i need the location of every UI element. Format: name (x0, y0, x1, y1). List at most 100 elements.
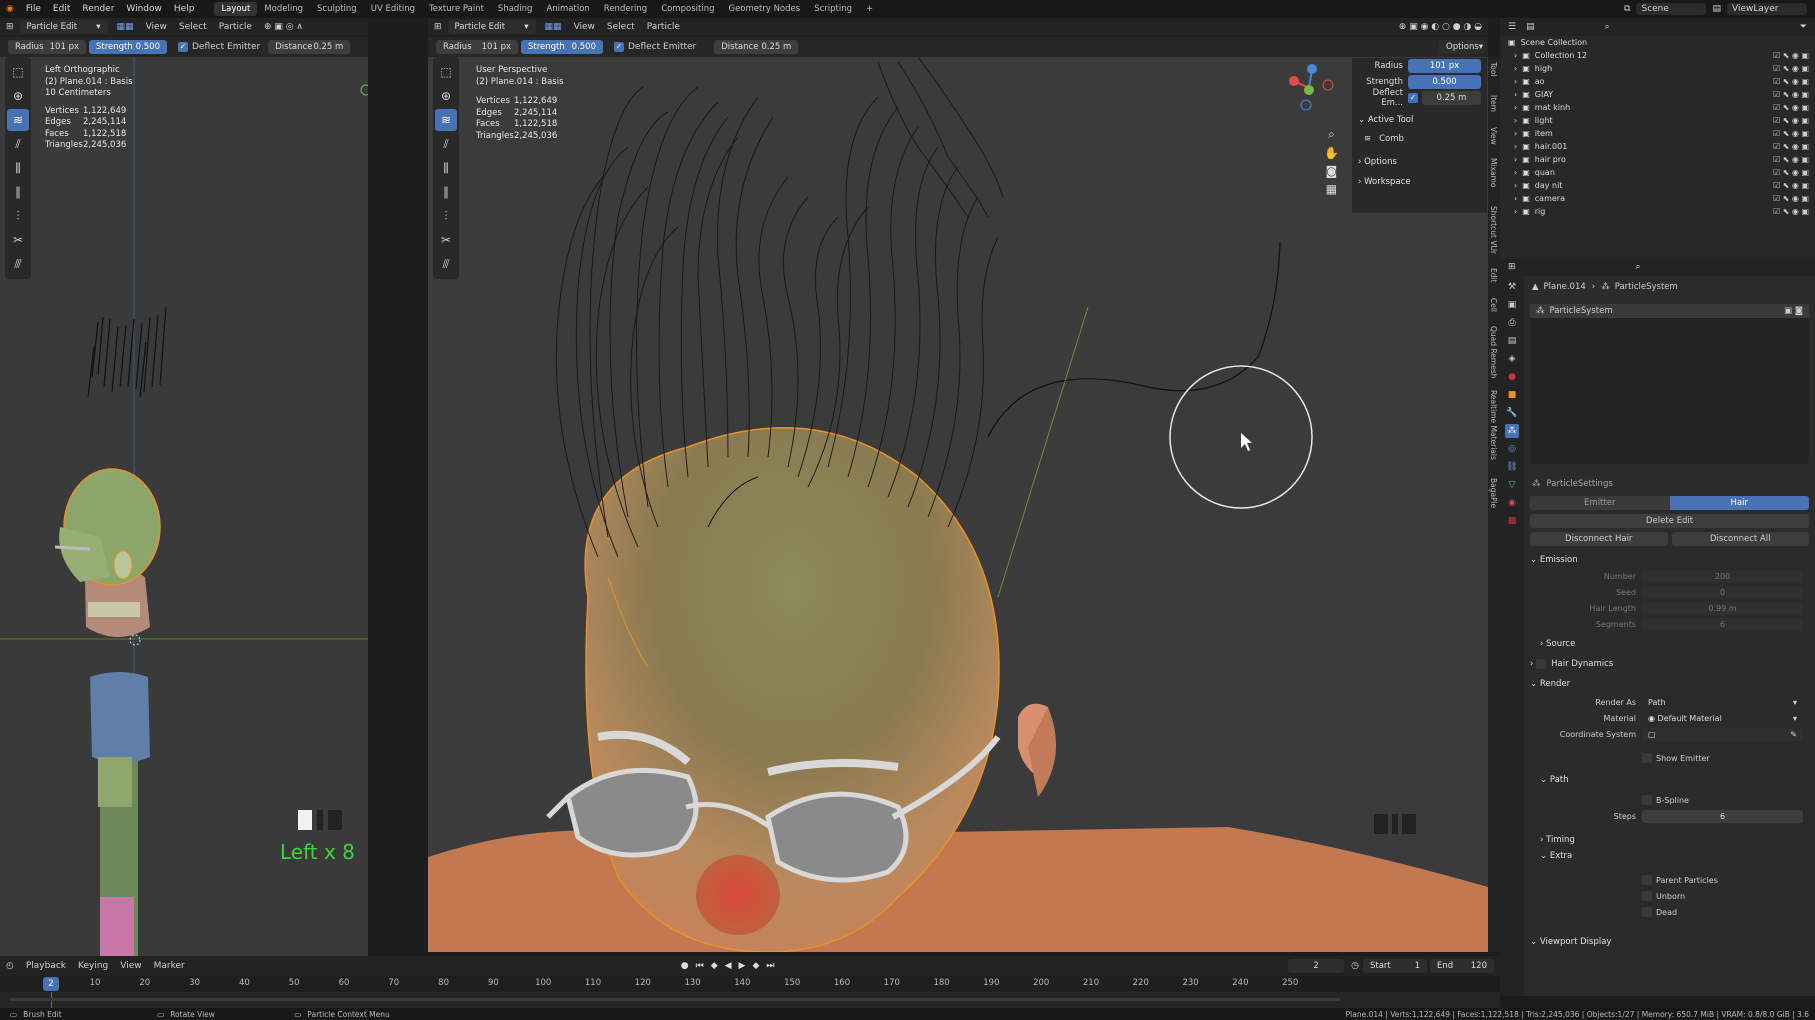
timeline-ruler[interactable]: 2 10 20 30 40 50 60 70 80 90 100 110 120 130 140 150 16… (0, 976, 1300, 992)
left-deflect-emitter-checkbox[interactable]: ✓ Deflect Emitter (178, 42, 260, 52)
tool-tab-icon[interactable]: ⚒ (1505, 280, 1519, 294)
chevron-right-icon[interactable]: › (1514, 155, 1517, 164)
timing-section[interactable]: › Timing (1524, 832, 1815, 848)
menu-file[interactable]: File (20, 4, 47, 14)
menu-render[interactable]: Render (76, 4, 120, 14)
sidebar-tab-tool[interactable]: Tool (1489, 62, 1498, 77)
workspace-tab-uv-editing[interactable]: UV Editing (364, 2, 422, 16)
left-radius-field[interactable]: Radius 101 px (8, 40, 86, 54)
outliner-visibility-icons[interactable]: ☑ ⬉ ◉ ▣ (1773, 103, 1815, 112)
segments-field[interactable]: 6 (1642, 617, 1803, 631)
bspline-checkbox[interactable] (1642, 795, 1652, 805)
outliner-visibility-icons[interactable]: ☑ ⬉ ◉ ▣ (1773, 64, 1815, 73)
particle-system-item[interactable]: ⁂ ParticleSystem ▣ ◙ (1530, 304, 1809, 318)
chevron-right-icon[interactable]: › (1514, 181, 1517, 190)
start-frame-field[interactable]: Start 1 (1363, 959, 1427, 973)
outliner-visibility-icons[interactable]: ☑ ⬉ ◉ ▣ (1773, 155, 1815, 164)
timeline-menu-playback[interactable]: Playback (20, 961, 72, 971)
editor-type-icon[interactable]: ⊞ (428, 22, 448, 32)
particle-settings-row[interactable]: ⁂ ParticleSettings (1524, 474, 1815, 494)
chevron-right-icon[interactable]: › (1514, 207, 1517, 216)
select-box-tool-icon[interactable]: ⬚ (435, 61, 457, 83)
viewport-display-section[interactable]: ⌄ Viewport Display (1524, 934, 1815, 950)
main-menu-particle[interactable]: Particle (641, 22, 686, 32)
left-viewport[interactable]: ⬚ ⊕ ≋ ⫽ ⫼ ∥ ⫶ ✂ ⫻ Left Orthographic (2) … (0, 57, 368, 962)
jump-end-icon[interactable]: ⏭ (766, 961, 774, 971)
chevron-right-icon[interactable]: › (1514, 64, 1517, 73)
outliner-item[interactable]: › ▣ quan ☑ ⬉ ◉ ▣ (1500, 166, 1815, 179)
overlay-shading-icons[interactable]: ⊕ ▣ ◉ ◐ ○ ● ◑ ◒ (1393, 22, 1488, 32)
workspace-section[interactable]: › Workspace (1352, 174, 1487, 190)
blender-logo-icon[interactable]: ◉ (0, 4, 20, 14)
properties-editor-icon[interactable]: ⊞ (1508, 262, 1516, 272)
select-mode-icon[interactable]: ▦▦ (539, 22, 568, 32)
chevron-right-icon[interactable]: › (1514, 168, 1517, 177)
number-field[interactable]: 200 (1642, 569, 1803, 583)
transform-icons[interactable]: ⊕ ▣ ◎ ∧ (258, 22, 309, 32)
timeline-menu-view[interactable]: View (114, 961, 147, 971)
outliner-item[interactable]: › ▣ light ☑ ⬉ ◉ ▣ (1500, 114, 1815, 127)
visibility-icons[interactable]: ▣ ◙ (1784, 306, 1809, 316)
workspace-tab-geometry-nodes[interactable]: Geometry Nodes (721, 2, 807, 16)
main-radius-field[interactable]: Radius 101 px (436, 40, 518, 54)
material-tab-icon[interactable]: ◉ (1505, 496, 1519, 510)
path-section[interactable]: ⌄ Path (1524, 772, 1815, 788)
main-mode-selector[interactable]: Particle Edit ▾ (447, 20, 536, 34)
hair-length-field[interactable]: 0.99 m (1642, 601, 1803, 615)
main-navigation-gizmo[interactable] (1282, 61, 1336, 115)
left-menu-select[interactable]: Select (173, 22, 213, 32)
npanel-strength-field[interactable]: 0.500 (1408, 75, 1481, 89)
outliner-visibility-icons[interactable]: ☑ ⬉ ◉ ▣ (1773, 207, 1815, 216)
physics-tab-icon[interactable]: ◎ (1505, 442, 1519, 456)
outliner-visibility-icons[interactable]: ☑ ⬉ ◉ ▣ (1773, 129, 1815, 138)
output-tab-icon[interactable]: ⎙ (1505, 316, 1519, 330)
outliner-item[interactable]: › ▣ rig ☑ ⬉ ◉ ▣ (1500, 205, 1815, 218)
select-box-tool-icon[interactable]: ⬚ (7, 61, 29, 83)
smooth-tool-icon[interactable]: ⫽ (7, 133, 29, 155)
add-workspace-button[interactable]: + (859, 2, 880, 16)
outliner-item[interactable]: › ▣ ao ☑ ⬉ ◉ ▣ (1500, 75, 1815, 88)
workspace-tab-sculpting[interactable]: Sculpting (310, 2, 364, 16)
left-menu-particle[interactable]: Particle (213, 22, 258, 32)
chevron-right-icon[interactable]: › (1514, 103, 1517, 112)
outliner-visibility-icons[interactable]: ☑ ⬉ ◉ ▣ (1773, 51, 1815, 60)
record-icon[interactable]: ● (681, 961, 689, 971)
outliner-visibility-icons[interactable]: ☑ ⬉ ◉ ▣ (1773, 181, 1815, 190)
workspace-tab-layout[interactable]: Layout (214, 2, 258, 16)
constraints-tab-icon[interactable]: ⛓ (1505, 460, 1519, 474)
search-icon[interactable]: ⌕ (1636, 262, 1641, 272)
material-dropdown[interactable]: ◉ Default Material ▾ (1642, 711, 1803, 725)
workspace-tab-texture-paint[interactable]: Texture Paint (422, 2, 491, 16)
outliner-item[interactable]: › ▣ high ☑ ⬉ ◉ ▣ (1500, 62, 1815, 75)
dead-checkbox[interactable] (1642, 907, 1652, 917)
dead-row[interactable]: Dead (1524, 904, 1815, 920)
puff-tool-icon[interactable]: ⫶ (7, 205, 29, 227)
view-layer-selector[interactable]: ViewLayer (1727, 3, 1807, 15)
menu-help[interactable]: Help (168, 4, 201, 14)
search-icon[interactable]: ⌕ (1605, 22, 1610, 32)
playhead-frame[interactable]: 2 (43, 977, 59, 991)
puff-tool-icon[interactable]: ⫶ (435, 205, 457, 227)
parent-particles-row[interactable]: Parent Particles (1524, 872, 1815, 888)
jump-start-icon[interactable]: ⏮ (696, 961, 704, 971)
texture-tab-icon[interactable]: ▩ (1505, 514, 1519, 528)
scene-tab-icon[interactable]: ◈ (1505, 352, 1519, 366)
main-viewport[interactable]: ⬚ ⊕ ≋ ⫽ ⫼ ∥ ⫶ ✂ ⫻ User Perspective (2) P… (428, 57, 1488, 952)
filter-icon[interactable]: ⏷ (1800, 22, 1807, 32)
chevron-right-icon[interactable]: › (1514, 77, 1517, 86)
end-frame-field[interactable]: End 120 (1430, 959, 1494, 973)
options-dropdown[interactable]: Options ▾ (1439, 40, 1485, 54)
add-tool-icon[interactable]: ⫼ (7, 157, 29, 179)
left-menu-view[interactable]: View (140, 22, 173, 32)
main-menu-select[interactable]: Select (601, 22, 641, 32)
object-tab-icon[interactable]: ■ (1505, 388, 1519, 402)
show-emitter-checkbox[interactable] (1642, 753, 1652, 763)
data-tab-icon[interactable]: ▽ (1505, 478, 1519, 492)
main-strength-field[interactable]: Strength 0.500 (521, 40, 603, 54)
main-deflect-emitter-checkbox[interactable]: ✓ Deflect Emitter (614, 42, 696, 52)
timeline-track[interactable] (0, 992, 1500, 1008)
workspace-tab-rendering[interactable]: Rendering (597, 2, 654, 16)
chevron-right-icon[interactable]: › (1514, 116, 1517, 125)
outliner-item[interactable]: › ▣ Collection 12 ☑ ⬉ ◉ ▣ (1500, 49, 1815, 62)
length-tool-icon[interactable]: ∥ (7, 181, 29, 203)
